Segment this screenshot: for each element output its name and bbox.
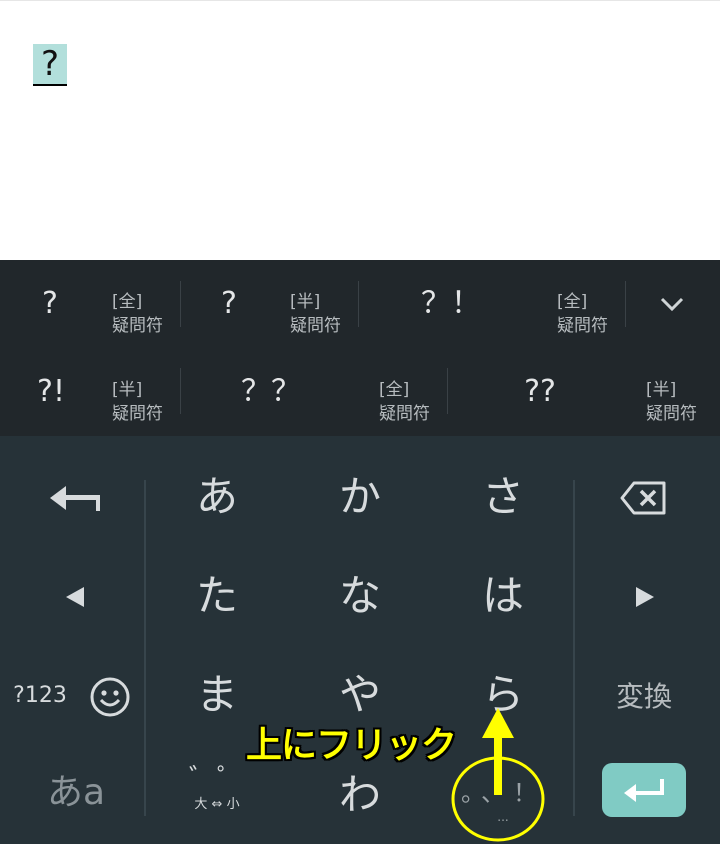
text-input-area[interactable]: ?: [0, 0, 720, 260]
candidate-text: ?!: [37, 374, 65, 409]
candidate-text: ？！: [421, 286, 481, 321]
candidate-width-label: [全]: [557, 292, 588, 312]
key-ra[interactable]: ら: [443, 670, 563, 720]
right-arrow-icon[interactable]: [634, 585, 656, 613]
candidate-divider: [625, 281, 626, 327]
candidate-bar: ? [全] 疑問符 ? [半] 疑問符 ？！ [全] 疑問符 ?! [半] 疑問…: [0, 260, 720, 436]
dakuten-key[interactable]: ゛゜ 大 ⇔ 小: [157, 764, 277, 824]
candidate-item[interactable]: ? [全] 疑問符: [0, 260, 180, 348]
chevron-down-icon[interactable]: [656, 290, 688, 320]
candidate-item[interactable]: ？？ [全] 疑問符: [181, 348, 447, 436]
candidate-item[interactable]: ?! [半] 疑問符: [0, 348, 180, 436]
candidate-text: ?: [42, 286, 58, 321]
key-ha[interactable]: は: [443, 571, 563, 621]
candidate-type-label: 疑問符: [112, 404, 163, 424]
key-a[interactable]: あ: [157, 472, 277, 522]
size-toggle-label: 大 ⇔ 小: [194, 797, 240, 812]
key-ya[interactable]: や: [300, 670, 420, 720]
enter-button[interactable]: [602, 763, 686, 817]
undo-arrow-icon[interactable]: [48, 482, 104, 518]
candidate-text: ??: [524, 374, 556, 409]
candidate-width-label: [全]: [112, 292, 143, 312]
composing-text: ?: [33, 44, 67, 86]
key-ta[interactable]: た: [157, 571, 277, 621]
key-divider: [144, 480, 146, 816]
candidate-width-label: [半]: [112, 380, 143, 400]
more-dots: ...: [497, 810, 509, 824]
candidate-item[interactable]: ? [半] 疑問符: [181, 260, 359, 348]
kana-alpha-toggle[interactable]: あa: [36, 770, 116, 816]
key-divider: [573, 480, 575, 816]
convert-key[interactable]: 変換: [592, 676, 696, 718]
candidate-width-label: [全]: [379, 380, 410, 400]
candidate-text: ？？: [241, 374, 301, 409]
symbols-key[interactable]: ?123: [6, 682, 74, 710]
candidate-text: ?: [221, 286, 237, 321]
key-na[interactable]: な: [300, 571, 420, 621]
candidate-item[interactable]: ？！ [全] 疑問符: [359, 260, 625, 348]
key-sa[interactable]: さ: [443, 472, 563, 522]
candidate-type-label: 疑問符: [646, 404, 697, 424]
candidate-type-label: 疑問符: [112, 316, 163, 336]
candidate-width-label: [半]: [646, 380, 677, 400]
emoji-icon[interactable]: [89, 676, 131, 722]
backspace-icon[interactable]: [620, 480, 668, 520]
candidate-type-label: 疑問符: [379, 404, 430, 424]
candidate-type-label: 疑問符: [290, 316, 341, 336]
enter-icon: [624, 779, 664, 802]
candidate-item[interactable]: ?? [半] 疑問符: [448, 348, 720, 436]
candidate-width-label: [半]: [290, 292, 321, 312]
punctuation-symbols: 。、！: [461, 779, 545, 807]
dakuten-symbols: ゛゜: [188, 764, 245, 794]
punctuation-key[interactable]: 。、！ ...: [443, 776, 563, 826]
key-wa[interactable]: わ: [300, 770, 420, 820]
candidate-type-label: 疑問符: [557, 316, 608, 336]
left-arrow-icon[interactable]: [64, 585, 86, 613]
key-ma[interactable]: ま: [157, 670, 277, 720]
flick-up-annotation: 上にフリック: [246, 725, 457, 766]
key-ka[interactable]: か: [300, 472, 420, 522]
